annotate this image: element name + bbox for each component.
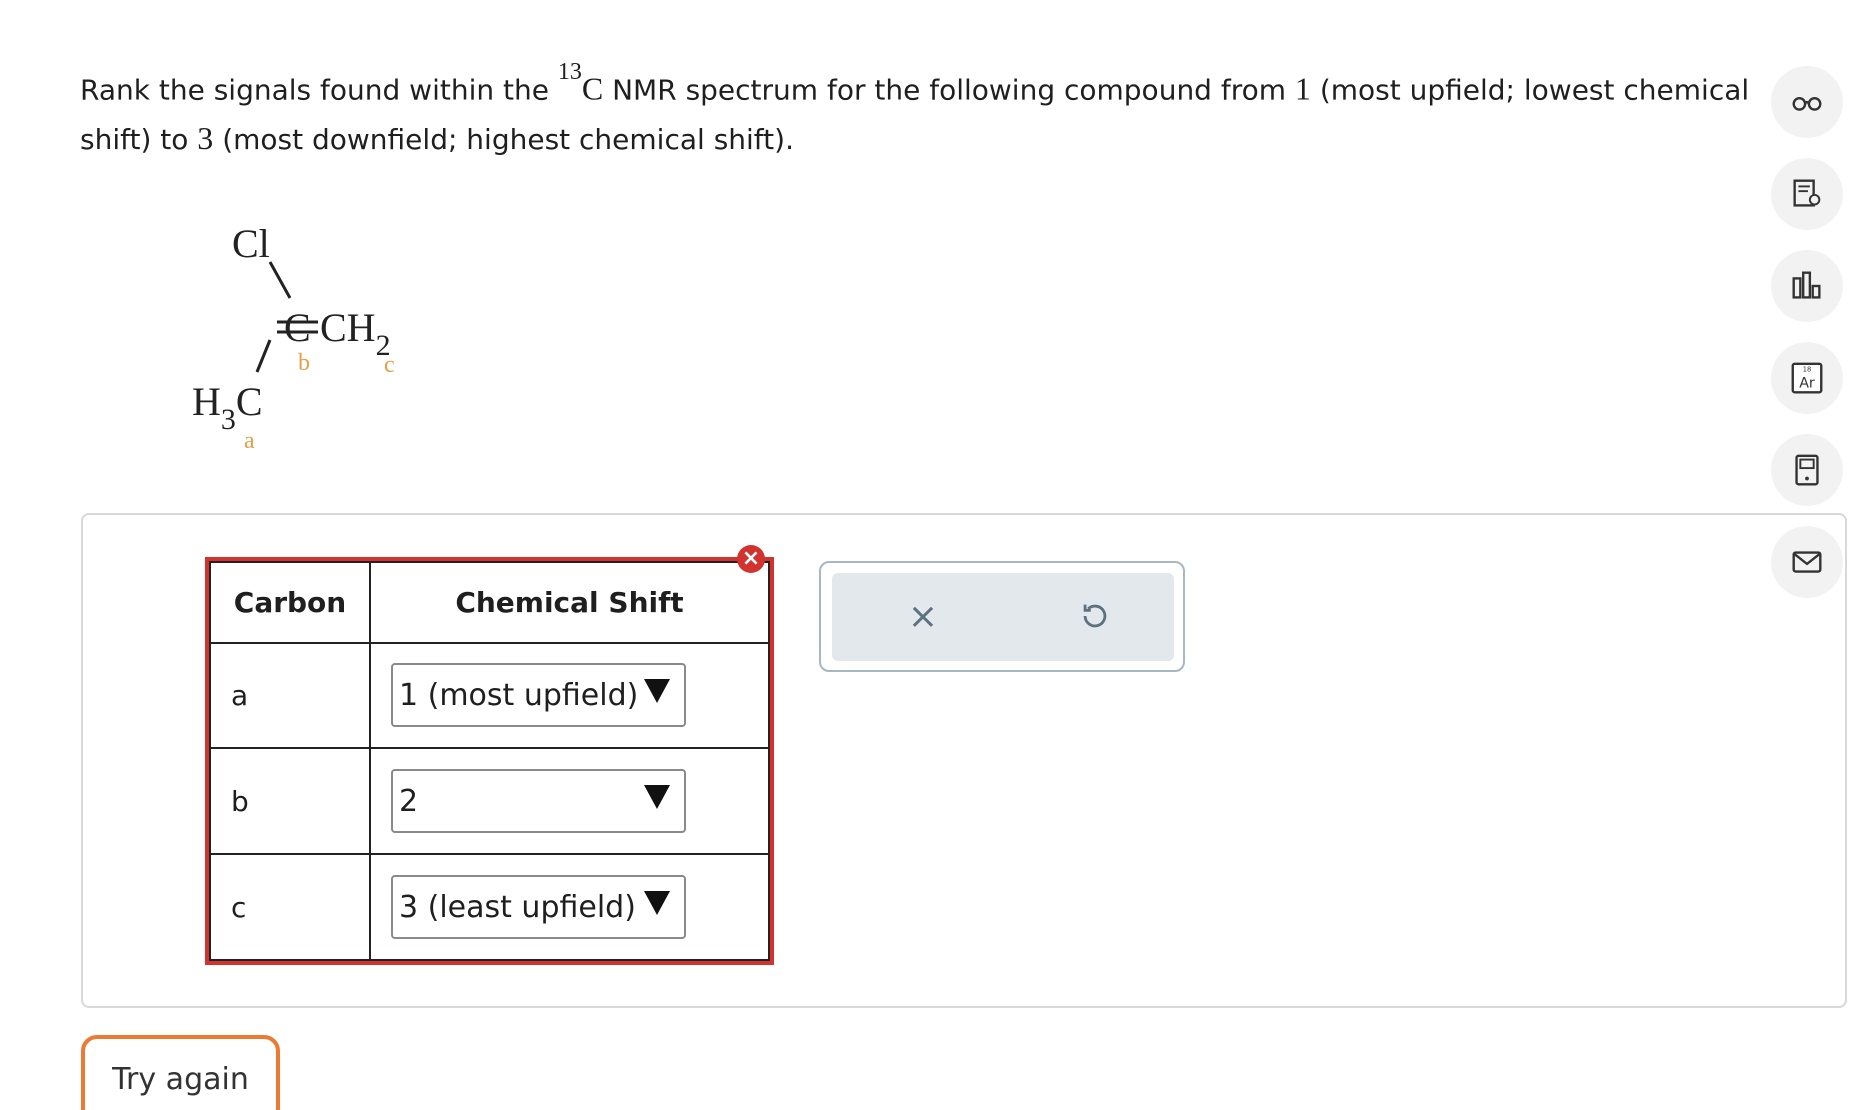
svg-text:18: 18 [1803, 365, 1811, 373]
ch2-group: CH2 [320, 305, 391, 363]
label-a: a [244, 428, 255, 454]
ranking-table-container: Carbon Chemical Shift a 1 (most upfield)… [205, 557, 774, 965]
periodic-table-button[interactable]: 18 Ar [1771, 342, 1843, 414]
label-b: b [298, 350, 310, 376]
shift-select[interactable]: 3 (least upfield) [391, 875, 686, 940]
calculator-icon [1795, 454, 1819, 486]
glasses-icon [1792, 97, 1822, 111]
header-carbon: Carbon [209, 561, 371, 644]
undo-button[interactable] [1070, 591, 1120, 641]
notes-button[interactable] [1771, 158, 1843, 230]
ch3-group: H3C [192, 379, 263, 437]
header-chemical-shift: Chemical Shift [369, 561, 770, 644]
svg-text:Ar: Ar [1799, 376, 1815, 392]
label-c: c [384, 352, 395, 378]
action-toolbar: × [819, 561, 1185, 672]
table-row: c 3 (least upfield) [209, 853, 770, 961]
carbon-cell: c [209, 853, 371, 961]
carbon-cell: a [209, 641, 371, 750]
error-icon: × [737, 545, 765, 573]
dropdown-arrow-icon [644, 785, 670, 810]
table-row: a 1 (most upfield) [209, 641, 770, 750]
calculator-button[interactable] [1771, 434, 1843, 506]
periodic-table-icon: 18 Ar [1791, 362, 1823, 394]
shift-select[interactable]: 2 [391, 769, 686, 834]
mail-button[interactable] [1771, 526, 1843, 598]
carbon-b-atom: C [284, 305, 311, 350]
question-text: Rank the signals found within the 13C NM… [80, 59, 1750, 157]
table-row: b 2 [209, 747, 770, 856]
carbon-cell: b [209, 747, 371, 856]
try-again-button[interactable]: Try again [81, 1035, 280, 1110]
molecule-structure: Cl C CH2 H3C b c a [160, 210, 520, 470]
mail-icon [1792, 551, 1822, 573]
clear-button[interactable]: × [898, 591, 948, 641]
dropdown-arrow-icon [644, 679, 670, 704]
ranking-table: Carbon Chemical Shift a 1 (most upfield)… [209, 561, 770, 961]
dropdown-arrow-icon [644, 891, 670, 916]
undo-icon [1083, 604, 1107, 628]
chart-icon [1792, 271, 1821, 299]
glasses-button[interactable] [1771, 66, 1843, 138]
notes-bulb-icon [1793, 179, 1821, 207]
chlorine-atom: Cl [232, 221, 270, 266]
shift-select[interactable]: 1 (most upfield) [391, 663, 686, 728]
data-button[interactable] [1771, 250, 1843, 322]
